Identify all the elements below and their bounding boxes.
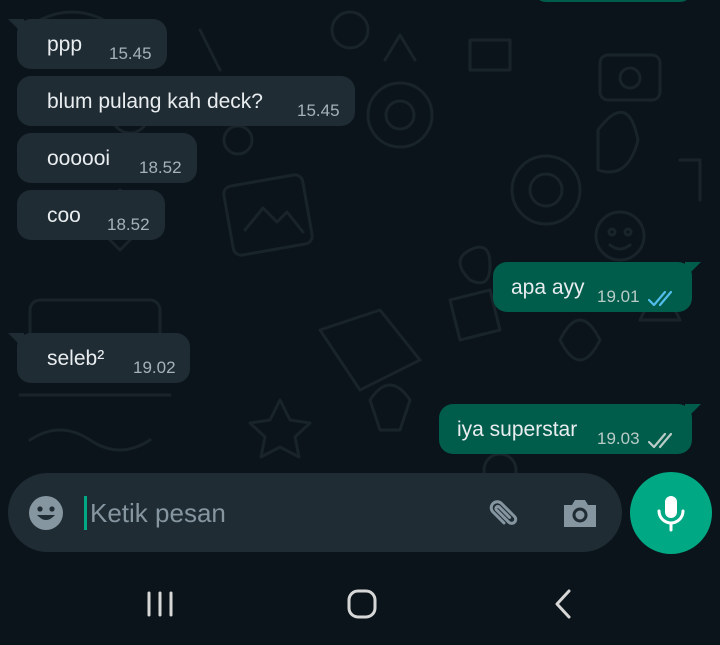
message-time: 19.03 — [597, 429, 640, 448]
microphone-button[interactable] — [630, 472, 712, 554]
message-text: oooooi — [47, 147, 111, 170]
camera-icon[interactable] — [560, 495, 600, 531]
outgoing-message[interactable]: apa ayy 19.01 — [493, 262, 701, 312]
paperclip-icon[interactable] — [482, 493, 524, 535]
delivered-double-check-icon — [647, 432, 673, 449]
message-time: 15.45 — [297, 101, 340, 120]
bubble-tail — [8, 333, 24, 349]
message-text: ppp — [47, 33, 83, 56]
system-navigation-bar — [0, 562, 720, 645]
incoming-message[interactable]: seleb² 19.02 — [8, 333, 190, 383]
message-time: 15.45 — [109, 44, 152, 63]
message-time: 19.02 — [133, 358, 176, 377]
message-time: 19.01 — [597, 287, 640, 306]
message-text: seleb² — [47, 347, 105, 370]
message-composer — [8, 473, 622, 552]
bubble-tail — [685, 262, 701, 278]
message-time: 18.52 — [139, 158, 182, 177]
bubble-tail — [8, 19, 24, 35]
text-cursor — [84, 496, 87, 530]
recents-icon[interactable] — [140, 584, 180, 624]
message-text: blum pulang kah deck? — [47, 90, 263, 113]
message-text: apa ayy — [511, 276, 585, 299]
microphone-icon — [657, 496, 685, 532]
message-input[interactable] — [88, 491, 450, 535]
message-text: iya superstar — [457, 418, 578, 441]
read-double-check-icon — [647, 290, 673, 307]
back-icon[interactable] — [544, 584, 584, 624]
outgoing-message[interactable]: iya superstar 19.03 — [439, 404, 701, 454]
incoming-message[interactable]: ppp 15.45 — [8, 19, 167, 69]
previous-message-bubble — [534, 0, 692, 2]
incoming-message[interactable]: coo 18.52 — [17, 190, 165, 240]
home-icon[interactable] — [342, 584, 382, 624]
incoming-message[interactable]: oooooi 18.52 — [17, 133, 197, 183]
incoming-message[interactable]: blum pulang kah deck? 15.45 — [17, 76, 355, 126]
emoji-icon[interactable] — [28, 495, 64, 531]
bubble-tail — [685, 404, 701, 420]
message-time: 18.52 — [107, 215, 150, 234]
message-text: coo — [47, 204, 81, 227]
